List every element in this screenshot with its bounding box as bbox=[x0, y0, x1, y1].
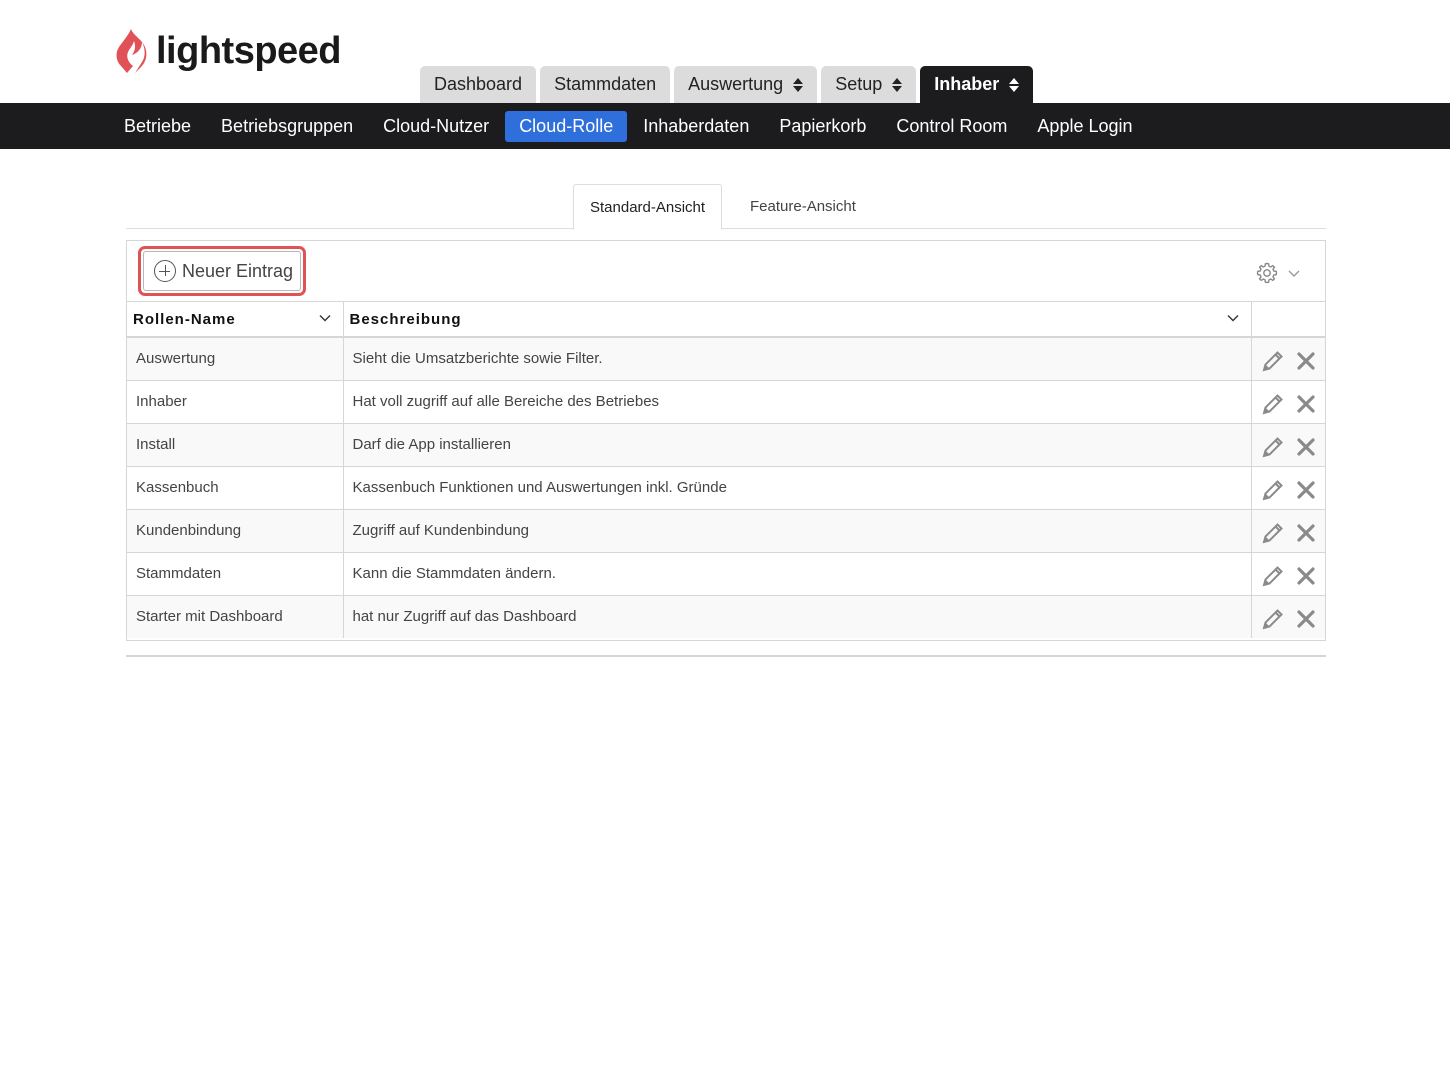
table-row[interactable]: Stammdaten Kann die Stammdaten ändern. bbox=[127, 552, 1326, 596]
dropdown-arrows-icon bbox=[892, 77, 903, 92]
actions-cell bbox=[1251, 423, 1326, 467]
main-tab-label: Dashboard bbox=[434, 74, 523, 94]
role-name-cell: Starter mit Dashboard bbox=[127, 595, 344, 638]
edit-pencil-icon[interactable] bbox=[1260, 477, 1286, 503]
view-tabs: Standard-Ansicht Feature-Ansicht bbox=[126, 184, 1326, 230]
column-header-actions bbox=[1251, 302, 1325, 338]
delete-x-icon[interactable] bbox=[1296, 394, 1316, 414]
table-row[interactable]: Auswertung Sieht die Umsatzberichte sowie… bbox=[127, 337, 1326, 381]
tab-feature-view[interactable]: Feature-Ansicht bbox=[734, 184, 872, 229]
table-row[interactable]: Install Darf die App installieren bbox=[127, 423, 1326, 467]
column-header-role-name[interactable]: Rollen-Name bbox=[127, 302, 344, 338]
description-cell: hat nur Zugriff auf das Dashboard bbox=[343, 595, 1252, 638]
new-entry-button[interactable]: Neuer Eintrag bbox=[143, 251, 301, 291]
edit-pencil-icon[interactable] bbox=[1260, 563, 1286, 589]
settings-menu[interactable] bbox=[1255, 261, 1301, 285]
delete-x-icon[interactable] bbox=[1296, 566, 1316, 586]
row-actions bbox=[1252, 387, 1326, 417]
role-name-cell: Kundenbindung bbox=[127, 509, 344, 553]
table-row[interactable]: Kundenbindung Zugriff auf Kundenbindung bbox=[127, 509, 1326, 553]
chevron-down-icon bbox=[1288, 270, 1300, 277]
role-name-cell: Inhaber bbox=[127, 380, 344, 424]
actions-cell bbox=[1251, 509, 1326, 553]
actions-cell bbox=[1251, 337, 1326, 381]
table-row[interactable]: Starter mit Dashboard hat nur Zugriff auf… bbox=[127, 595, 1325, 638]
table-row[interactable]: Inhaber Hat voll zugriff auf alle Bereich… bbox=[127, 380, 1326, 424]
row-actions bbox=[1252, 430, 1326, 460]
edit-pencil-icon[interactable] bbox=[1260, 434, 1286, 460]
delete-x-icon[interactable] bbox=[1296, 480, 1316, 500]
description-cell: Kassenbuch Funktionen und Auswertungen i… bbox=[343, 466, 1252, 510]
actions-cell bbox=[1251, 466, 1326, 510]
subnav-item-betriebe[interactable]: Betriebe bbox=[110, 111, 205, 142]
main-tab-label: Stammdaten bbox=[554, 74, 657, 94]
subnav-item-betriebsgruppen[interactable]: Betriebsgruppen bbox=[207, 111, 367, 142]
main-tab-label: Auswertung bbox=[688, 74, 784, 94]
role-name-cell: Kassenbuch bbox=[127, 466, 344, 510]
description-cell: Hat voll zugriff auf alle Bereiche des B… bbox=[343, 380, 1252, 424]
description-cell: Sieht die Umsatzberichte sowie Filter. bbox=[343, 337, 1252, 381]
actions-cell bbox=[1251, 380, 1326, 424]
main-tab-label: Inhaber bbox=[934, 74, 1000, 94]
sub-navigation: Betriebe Betriebsgruppen Cloud-Nutzer Cloud… bbox=[0, 103, 1450, 149]
roles-table: Rollen-Name Beschreibung Auswertung Sieht… bbox=[127, 302, 1325, 638]
gear-icon bbox=[1256, 262, 1278, 284]
subnav-item-cloud-rolle[interactable]: Cloud-Rolle bbox=[505, 110, 628, 142]
flame-icon bbox=[116, 29, 147, 73]
toolbar: Neuer Eintrag bbox=[127, 241, 1325, 302]
brand-name: lightspeed bbox=[156, 30, 342, 72]
tab-standard-view[interactable]: Standard-Ansicht bbox=[573, 184, 723, 230]
new-entry-label: Neuer Eintrag bbox=[182, 260, 294, 281]
description-cell: Kann die Stammdaten ändern. bbox=[343, 552, 1252, 596]
subnav-item-control-room[interactable]: Control Room bbox=[882, 111, 1021, 142]
delete-x-icon[interactable] bbox=[1296, 523, 1316, 543]
role-name-cell: Auswertung bbox=[127, 337, 344, 381]
edit-pencil-icon[interactable] bbox=[1260, 391, 1286, 417]
row-actions bbox=[1252, 473, 1326, 503]
subnav-item-inhaberdaten[interactable]: Inhaberdaten bbox=[629, 111, 763, 142]
role-name-cell: Install bbox=[127, 423, 344, 467]
table-row[interactable]: Kassenbuch Kassenbuch Funktionen und Ausw… bbox=[127, 466, 1326, 510]
actions-cell bbox=[1251, 595, 1325, 638]
edit-pencil-icon[interactable] bbox=[1260, 520, 1286, 546]
chevron-down-icon bbox=[319, 315, 330, 322]
main-tab-dashboard[interactable]: Dashboard bbox=[420, 66, 537, 103]
description-cell: Zugriff auf Kundenbindung bbox=[343, 509, 1252, 553]
row-actions bbox=[1252, 516, 1326, 546]
delete-x-icon[interactable] bbox=[1296, 351, 1316, 371]
column-header-label: Rollen-Name bbox=[133, 310, 236, 328]
column-header-description[interactable]: Beschreibung bbox=[343, 302, 1252, 338]
main-tab-auswertung[interactable]: Auswertung bbox=[674, 66, 818, 103]
role-name-cell: Stammdaten bbox=[127, 552, 344, 596]
header: lightspeed Dashboard Stammdaten Auswertung… bbox=[0, 0, 1450, 103]
subnav-item-cloud-nutzer[interactable]: Cloud-Nutzer bbox=[369, 111, 503, 142]
plus-circle-icon bbox=[154, 260, 176, 282]
column-header-label: Beschreibung bbox=[349, 310, 462, 328]
edit-pencil-icon[interactable] bbox=[1260, 348, 1286, 374]
description-cell: Darf die App installieren bbox=[343, 423, 1252, 467]
lightspeed-logo[interactable]: lightspeed bbox=[114, 27, 342, 75]
subnav-item-apple-login[interactable]: Apple Login bbox=[1023, 111, 1146, 142]
main-tab-stammdaten[interactable]: Stammdaten bbox=[540, 66, 671, 103]
row-actions bbox=[1252, 602, 1326, 632]
row-actions bbox=[1252, 559, 1326, 589]
roles-panel: Neuer Eintrag Rollen-Name Beschreibung A… bbox=[126, 240, 1326, 641]
delete-x-icon[interactable] bbox=[1296, 609, 1316, 629]
main-tabs: Dashboard Stammdaten Auswertung Setup Inhabe… bbox=[420, 66, 1034, 103]
main-tab-setup[interactable]: Setup bbox=[821, 66, 917, 103]
actions-cell bbox=[1251, 552, 1326, 596]
main-tab-inhaber[interactable]: Inhaber bbox=[920, 66, 1034, 103]
main-tab-label: Setup bbox=[835, 74, 883, 94]
row-actions bbox=[1252, 344, 1326, 374]
chevron-down-icon bbox=[1227, 315, 1238, 322]
divider bbox=[126, 655, 1326, 657]
dropdown-arrows-icon bbox=[793, 77, 804, 92]
edit-pencil-icon[interactable] bbox=[1260, 606, 1286, 632]
dropdown-arrows-icon bbox=[1009, 77, 1020, 92]
subnav-item-papierkorb[interactable]: Papierkorb bbox=[765, 111, 880, 142]
delete-x-icon[interactable] bbox=[1296, 437, 1316, 457]
table-header-row: Rollen-Name Beschreibung bbox=[127, 302, 1325, 338]
